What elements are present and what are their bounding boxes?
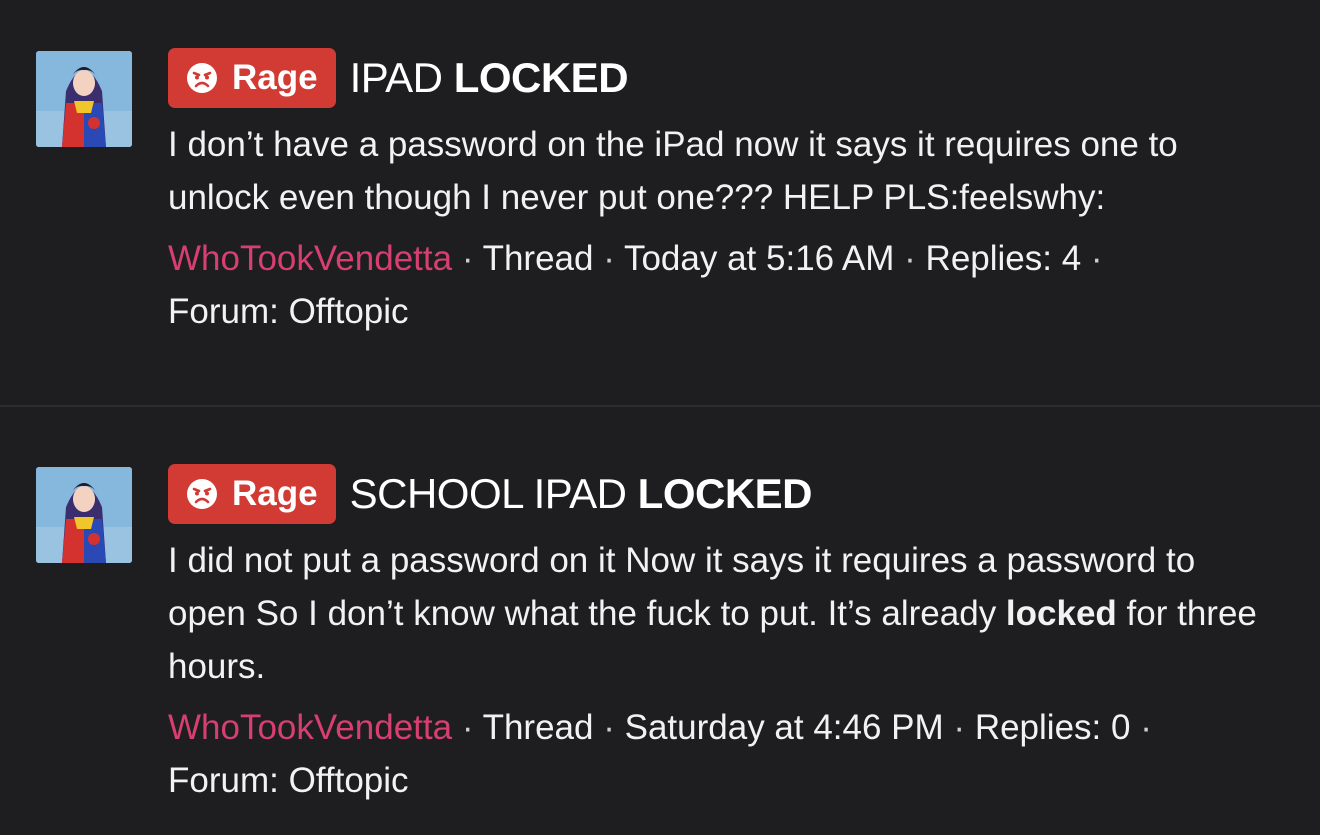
- thread-title[interactable]: SCHOOL IPAD LOCKED: [349, 470, 813, 518]
- result-meta: WhoTookVendetta · Thread · Saturday at 4…: [168, 701, 1280, 807]
- separator-dot: ·: [603, 239, 615, 278]
- rage-badge: Rage: [168, 464, 336, 524]
- user-avatar[interactable]: [36, 467, 132, 563]
- result-body: Rage SCHOOL IPAD LOCKED I did not put a …: [168, 464, 1280, 807]
- content-type: Thread: [482, 708, 594, 747]
- post-date: Today at 5:16 AM: [623, 239, 895, 278]
- avatar-image: [36, 467, 132, 563]
- search-result: Rage IPAD LOCKED I don’t have a password…: [0, 0, 1320, 406]
- separator-dot: ·: [904, 239, 916, 278]
- thread-title[interactable]: IPAD LOCKED: [349, 54, 629, 102]
- snippet-text: I don’t have a password on the iPad now …: [168, 125, 1178, 217]
- reply-count: Replies: 0: [974, 708, 1131, 747]
- author-link[interactable]: WhoTookVendetta: [168, 239, 452, 278]
- avatar-image: [36, 51, 132, 147]
- badge-label: Rage: [232, 474, 318, 513]
- rage-badge: Rage: [168, 48, 336, 108]
- result-meta: WhoTookVendetta · Thread · Today at 5:16…: [168, 232, 1280, 338]
- snippet-highlight: locked: [1005, 594, 1117, 633]
- separator-dot: ·: [461, 708, 474, 747]
- title-highlight: LOCKED: [453, 54, 629, 101]
- separator-dot: ·: [603, 708, 615, 747]
- post-date: Saturday at 4:46 PM: [624, 708, 944, 747]
- title-plain: IPAD: [349, 54, 443, 101]
- title-highlight: LOCKED: [637, 470, 813, 517]
- result-title-row[interactable]: Rage SCHOOL IPAD LOCKED: [168, 464, 1280, 524]
- search-result: Rage SCHOOL IPAD LOCKED I did not put a …: [0, 406, 1320, 835]
- separator-dot: ·: [1090, 239, 1103, 278]
- separator-dot: ·: [461, 239, 474, 278]
- forum-link[interactable]: Forum: Offtopic: [168, 761, 409, 800]
- angry-face-icon: [187, 479, 217, 509]
- result-snippet: I did not put a password on it Now it sa…: [168, 534, 1280, 693]
- user-avatar[interactable]: [36, 51, 132, 147]
- author-link[interactable]: WhoTookVendetta: [168, 708, 452, 747]
- result-snippet: I don’t have a password on the iPad now …: [168, 118, 1280, 224]
- separator-dot: ·: [1140, 708, 1152, 747]
- angry-face-icon: [187, 63, 217, 93]
- forum-link[interactable]: Forum: Offtopic: [168, 292, 409, 331]
- reply-count: Replies: 4: [925, 239, 1082, 278]
- result-body: Rage IPAD LOCKED I don’t have a password…: [168, 48, 1280, 338]
- result-title-row[interactable]: Rage IPAD LOCKED: [168, 48, 1280, 108]
- title-plain: SCHOOL IPAD: [349, 470, 627, 517]
- separator-dot: ·: [953, 708, 966, 747]
- content-type: Thread: [482, 239, 594, 278]
- badge-label: Rage: [232, 58, 318, 97]
